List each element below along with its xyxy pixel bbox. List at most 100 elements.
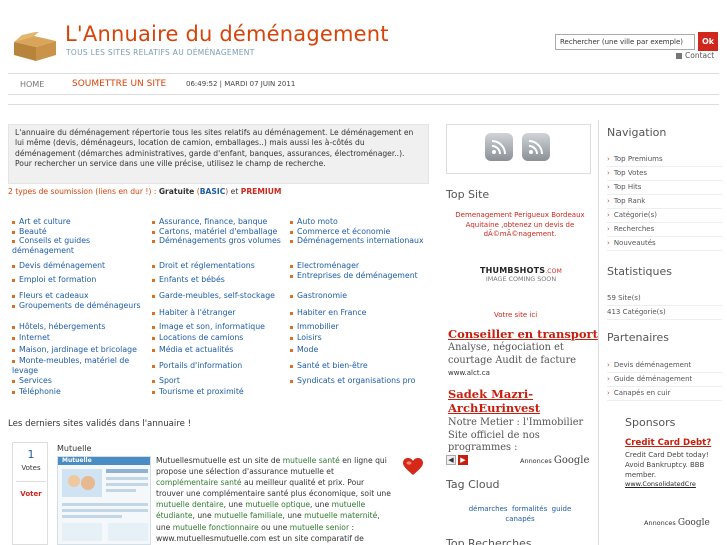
search-button[interactable]: Ok bbox=[698, 32, 718, 51]
sidebar-nav-item[interactable]: › Top Rank bbox=[607, 195, 722, 209]
bullet-icon bbox=[152, 294, 155, 298]
category-link[interactable]: Téléphonie bbox=[12, 387, 148, 397]
category-link[interactable]: Garde-meubles, self-stockage bbox=[152, 291, 288, 301]
category-link[interactable]: Gastronomie bbox=[290, 291, 430, 301]
partner-label: Guide déménagement bbox=[613, 375, 693, 383]
category-link[interactable]: Enfants et bébés bbox=[152, 275, 288, 285]
sidebar-nav-item[interactable]: › Recherches bbox=[607, 223, 722, 237]
category-link[interactable]: Auto moto bbox=[290, 217, 430, 227]
category-link[interactable]: Habiter à l'étranger bbox=[152, 308, 288, 318]
category-link[interactable]: Electroménager bbox=[290, 261, 430, 271]
ad-url[interactable]: www.alct.ca bbox=[448, 369, 490, 377]
sponsor-ad[interactable]: Credit Card Debt? Credit Card Debt today… bbox=[625, 438, 726, 488]
rss-feed-icon[interactable] bbox=[485, 133, 513, 161]
types-premium[interactable]: PREMIUM bbox=[241, 187, 282, 196]
sidebar-nav-item[interactable]: › Top Votes bbox=[607, 167, 722, 181]
category-link[interactable]: Mode bbox=[290, 345, 430, 355]
sponsor-ad-title[interactable]: Credit Card Debt? bbox=[625, 438, 726, 449]
ad-title[interactable]: Conseiller en transport bbox=[448, 327, 598, 341]
chevron-right-icon: › bbox=[607, 155, 610, 163]
ad-title[interactable]: Sadek Mazri-ArchEurinvest bbox=[448, 387, 593, 415]
vote-button[interactable]: Voter bbox=[13, 490, 49, 498]
listing-thumbnail[interactable]: Mutuelle bbox=[57, 456, 151, 545]
category-link[interactable]: Assurance, finance, banque bbox=[152, 217, 288, 227]
category-link[interactable]: Fleurs et cadeaux bbox=[12, 291, 148, 301]
sidebar-nav-item[interactable]: › Top Hits bbox=[607, 181, 722, 195]
keyword-link[interactable]: mutuelle dentaire bbox=[156, 500, 224, 509]
nav-submit-site[interactable]: SOUMETTRE UN SITE bbox=[72, 79, 166, 89]
category-link[interactable]: Services bbox=[12, 376, 148, 386]
category-link[interactable]: Internet bbox=[12, 333, 148, 343]
favorite-heart-icon[interactable] bbox=[403, 458, 423, 476]
tag-link[interactable]: démarches bbox=[469, 505, 508, 513]
category-link[interactable]: Devis déménagement bbox=[12, 261, 148, 271]
bullet-icon bbox=[290, 364, 293, 368]
partner-link[interactable]: › Devis déménagement bbox=[607, 359, 722, 373]
category-link[interactable]: Image et son, informatique bbox=[152, 322, 288, 332]
keyword-link[interactable]: mutuelle fonctionnaire bbox=[173, 523, 259, 532]
keyword-link[interactable]: mutuelle familiale bbox=[214, 511, 282, 520]
annonces-label: Annonces bbox=[644, 519, 676, 527]
category-link[interactable]: Groupements de déménageurs bbox=[12, 301, 148, 311]
contact-label: Contact bbox=[685, 51, 715, 60]
sidebar-nav-item[interactable]: › Nouveautés bbox=[607, 237, 722, 251]
keyword-link[interactable]: mutuelle maternité bbox=[304, 511, 377, 520]
types-basic[interactable]: BASIC bbox=[200, 187, 226, 196]
tag-link[interactable]: formalités bbox=[512, 505, 547, 513]
cardboard-box-icon[interactable] bbox=[12, 32, 58, 62]
category-link[interactable]: Emploi et formation bbox=[12, 275, 148, 285]
category-link[interactable]: Déménagements gros volumes bbox=[152, 236, 288, 246]
tag-link[interactable]: canapés bbox=[505, 515, 534, 523]
tag-link[interactable]: guide bbox=[552, 505, 572, 513]
partner-label: Canapés en cuir bbox=[613, 389, 671, 397]
keyword-link[interactable]: mutuelle optique bbox=[245, 500, 310, 509]
ad-prev-button[interactable]: ◀ bbox=[446, 455, 456, 465]
category-link[interactable]: Art et culture bbox=[12, 217, 148, 227]
category-label: Loisirs bbox=[297, 333, 322, 342]
bullet-icon bbox=[12, 348, 15, 352]
top-site-description[interactable]: Demenagement Perigueux Bordeaux Aquitain… bbox=[449, 211, 591, 240]
google-ads-label[interactable]: Annonces Google bbox=[520, 455, 589, 466]
category-link[interactable]: Média et actualités bbox=[152, 345, 288, 355]
category-link[interactable]: Conseils et guides déménagement bbox=[12, 236, 148, 255]
nav-home[interactable]: HOME bbox=[20, 80, 44, 89]
google-ads-label[interactable]: Annonces Google bbox=[644, 518, 710, 528]
category-link[interactable]: Locations de camions bbox=[152, 333, 288, 343]
rss-feed-icon[interactable] bbox=[522, 133, 550, 161]
site-title[interactable]: L'Annuaire du déménagement bbox=[65, 22, 389, 46]
partner-link[interactable]: › Guide déménagement bbox=[607, 373, 722, 387]
contact-link[interactable]: Contact bbox=[676, 51, 714, 60]
category-link[interactable]: Portails d'information bbox=[152, 361, 288, 371]
category-link[interactable]: Loisirs bbox=[290, 333, 430, 343]
category-link[interactable]: Tourisme et proximité bbox=[152, 387, 288, 397]
category-link[interactable]: Droit et réglementations bbox=[152, 261, 288, 271]
category-link[interactable]: Monte-meubles, matériel de levage bbox=[12, 356, 148, 375]
chevron-right-icon: › bbox=[607, 225, 610, 233]
sidebar-nav-label: Top Votes bbox=[613, 169, 648, 177]
category-link[interactable]: Déménagements internationaux bbox=[290, 236, 430, 246]
partner-link[interactable]: › Canapés en cuir bbox=[607, 387, 722, 401]
sidebar-nav-item[interactable]: › Top Premiums bbox=[607, 153, 722, 167]
sponsor-ad-url[interactable]: www.ConsolidatedCre bbox=[625, 480, 726, 488]
category-link[interactable]: Immobilier bbox=[290, 322, 430, 332]
listing-title[interactable]: Mutuelle bbox=[57, 444, 91, 453]
category-link[interactable]: Habiter en France bbox=[290, 308, 430, 318]
keyword-link[interactable]: mutuelle senior bbox=[290, 523, 349, 532]
category-link[interactable]: Entreprises de déménagement bbox=[290, 271, 430, 281]
keyword-link[interactable]: mutuelle santé bbox=[283, 456, 340, 465]
keyword-link[interactable]: complémentaire santé bbox=[156, 478, 242, 487]
sidebar-nav-item[interactable]: › Catégorie(s) bbox=[607, 209, 722, 223]
bullet-icon bbox=[290, 274, 293, 278]
category-label: Habiter en France bbox=[297, 308, 367, 317]
category-link[interactable]: Santé et bien-être bbox=[290, 361, 430, 371]
sidebar-nav-label: Top Hits bbox=[613, 183, 642, 191]
category-link[interactable]: Maison, jardinage et bricolage bbox=[12, 345, 148, 355]
category-link[interactable]: Hôtels, hébergements bbox=[12, 322, 148, 332]
ad-next-button[interactable]: ▶ bbox=[458, 455, 468, 465]
category-label: Electroménager bbox=[297, 261, 360, 270]
votre-site-link[interactable]: Votre site ici bbox=[494, 311, 537, 319]
category-link[interactable]: Syndicats et organisations pro bbox=[290, 376, 430, 386]
category-link[interactable]: Sport bbox=[152, 376, 288, 386]
category-label: Devis déménagement bbox=[19, 261, 106, 270]
search-input[interactable] bbox=[555, 34, 695, 50]
